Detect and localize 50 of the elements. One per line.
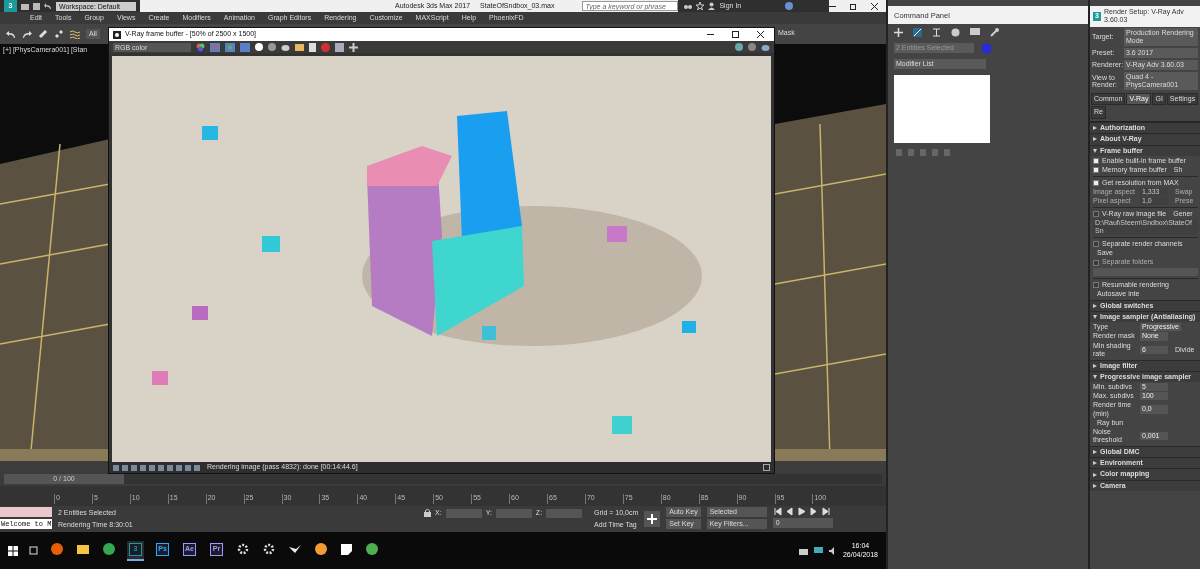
restore-icon[interactable] bbox=[850, 2, 857, 10]
teapot-icon[interactable] bbox=[761, 43, 770, 51]
star-icon[interactable] bbox=[696, 2, 705, 10]
path-field[interactable] bbox=[1093, 267, 1198, 276]
script-input-field[interactable] bbox=[0, 507, 52, 517]
speaker-icon[interactable] bbox=[828, 546, 837, 555]
start-icon[interactable] bbox=[8, 545, 18, 556]
redo-icon[interactable] bbox=[22, 29, 32, 39]
gear-icon[interactable] bbox=[263, 543, 275, 555]
undo-icon[interactable] bbox=[44, 2, 52, 10]
maximize-icon[interactable] bbox=[732, 31, 739, 38]
help-icon[interactable] bbox=[785, 2, 794, 10]
note-icon[interactable] bbox=[341, 543, 352, 555]
region-icon[interactable] bbox=[349, 42, 358, 52]
rgb-icon[interactable] bbox=[196, 42, 205, 52]
color-swatch[interactable] bbox=[982, 43, 991, 53]
sphere-icon[interactable] bbox=[748, 43, 756, 51]
dot-icon[interactable] bbox=[255, 43, 263, 51]
wrench-icon[interactable] bbox=[990, 28, 999, 37]
close-icon[interactable] bbox=[757, 31, 764, 38]
waves-icon[interactable] bbox=[70, 29, 80, 39]
checkbox[interactable] bbox=[1093, 158, 1099, 165]
checkbox[interactable] bbox=[1093, 167, 1099, 174]
clipboard-icon[interactable] bbox=[309, 42, 316, 52]
shaded-sphere-icon[interactable] bbox=[268, 43, 276, 51]
task-view-icon[interactable] bbox=[28, 546, 39, 555]
window-icon[interactable] bbox=[763, 464, 770, 471]
playback-controls-icon[interactable] bbox=[772, 507, 833, 516]
checkbox[interactable] bbox=[1093, 211, 1099, 218]
minimize-icon[interactable] bbox=[707, 31, 714, 38]
undo-icon[interactable] bbox=[6, 29, 16, 39]
lock-icon[interactable] bbox=[424, 509, 431, 517]
checkbox[interactable] bbox=[1093, 180, 1099, 187]
motion-icon[interactable] bbox=[951, 28, 960, 37]
user-icon[interactable] bbox=[708, 2, 716, 10]
chat-icon[interactable] bbox=[813, 546, 823, 555]
display-icon[interactable] bbox=[970, 28, 980, 37]
teapot-icon[interactable] bbox=[281, 43, 290, 51]
checkbox[interactable] bbox=[1093, 241, 1099, 248]
gear-icon[interactable] bbox=[237, 543, 249, 555]
add-key-icon[interactable] bbox=[644, 511, 661, 527]
binoculars-icon[interactable] bbox=[684, 2, 693, 10]
modify-icon[interactable] bbox=[913, 28, 922, 37]
coordinate-field[interactable] bbox=[445, 508, 482, 518]
hierarchy-icon[interactable] bbox=[932, 28, 941, 37]
create-icon[interactable] bbox=[894, 28, 903, 37]
coordinate-field[interactable] bbox=[495, 508, 532, 518]
coordinate-field[interactable] bbox=[546, 508, 583, 518]
close-icon[interactable] bbox=[871, 2, 878, 10]
checkbox[interactable] bbox=[1093, 281, 1099, 288]
